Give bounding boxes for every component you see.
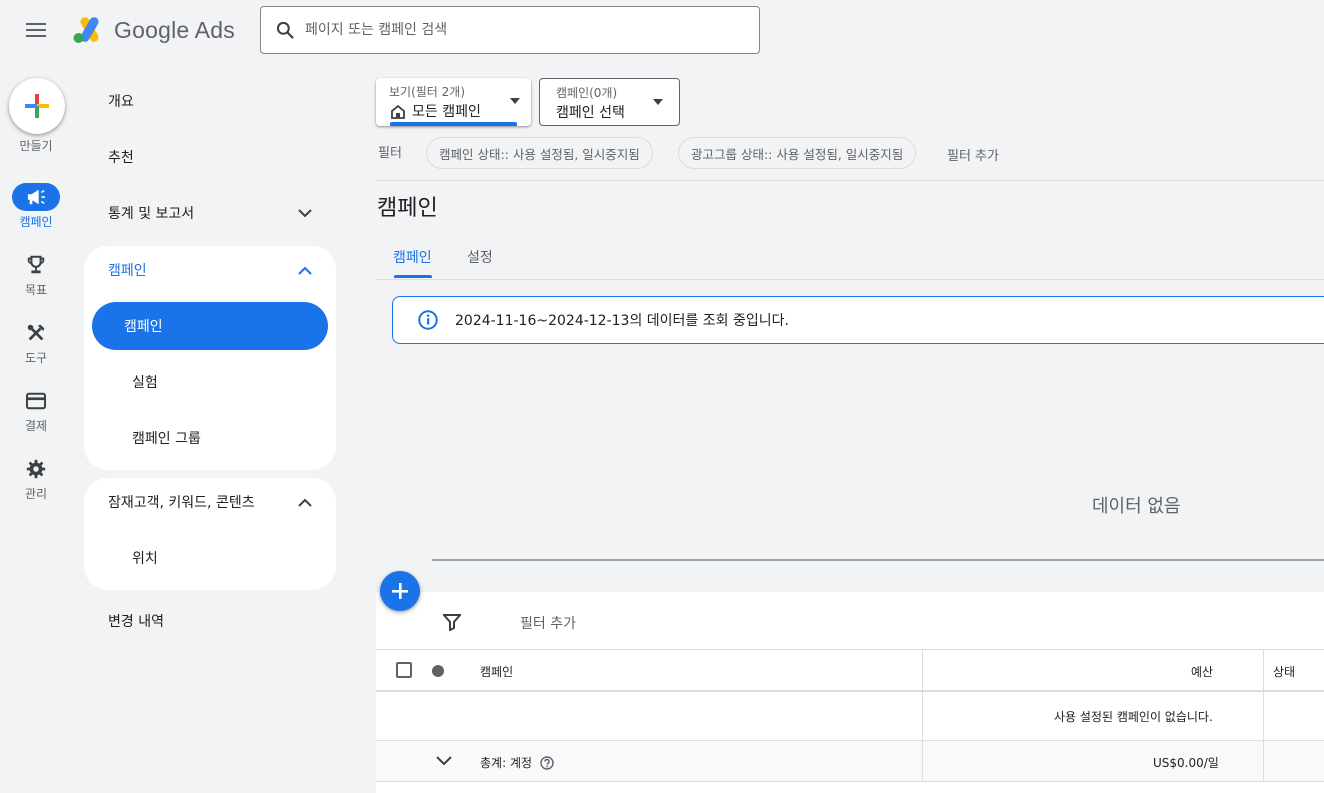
column-header-status[interactable]: 상태: [1273, 663, 1295, 680]
tab-active-indicator: [394, 275, 432, 278]
view-dropdown-underline: [390, 122, 517, 126]
plus-multicolor-icon: [25, 94, 49, 118]
rail-item-billing[interactable]: 결제: [0, 387, 72, 434]
rail-label: 도구: [24, 351, 48, 365]
chevron-down-icon: [298, 208, 312, 217]
column-divider: [1263, 650, 1264, 782]
sidenav-stats-label: 통계 및 보고서: [108, 206, 195, 222]
sidenav-recommendations[interactable]: 추천: [84, 133, 336, 181]
add-campaign-fab[interactable]: [380, 571, 420, 611]
dropdown-arrow-icon: [510, 98, 520, 104]
rail-label: 결제: [24, 419, 48, 433]
filter-chip-adgroup-status[interactable]: 광고그룹 상태:: 사용 설정됨, 일시중지됨: [678, 137, 917, 169]
info-banner-text: 2024-11-16~2024-12-13의 데이터를 조회 중입니다.: [455, 313, 789, 329]
hamburger-icon: [26, 23, 46, 25]
home-icon: [391, 104, 405, 119]
no-data-label: 데이터 없음: [1092, 496, 1181, 517]
view-dropdown[interactable]: 보기(필터 2개) 모든 캠페인: [376, 78, 531, 126]
total-row-text: 총계: 계정: [480, 756, 533, 770]
create-button[interactable]: [9, 78, 65, 134]
main-menu-button[interactable]: [16, 14, 56, 46]
trophy-icon: [27, 255, 45, 274]
gear-icon: [26, 459, 46, 479]
sidenav-overview[interactable]: 개요: [84, 77, 336, 125]
sidenav-audience-group-header[interactable]: 잠재고객, 키워드, 콘텐츠: [84, 478, 336, 526]
view-dropdown-caption: 보기(필터 2개): [389, 85, 466, 99]
sidenav-change-history[interactable]: 변경 내역: [84, 597, 336, 645]
sidenav-campaign-group: 캠페인 캠페인 실험 캠페인 그룹: [84, 246, 336, 470]
rail-item-goals[interactable]: 목표: [0, 251, 72, 298]
help-icon[interactable]: [540, 755, 554, 770]
table-empty-row: 사용 설정된 캠페인이 없습니다.: [376, 692, 1324, 741]
sidenav-audience-group: 잠재고객, 키워드, 콘텐츠 위치: [84, 478, 336, 590]
campaigns-table: 필터 추가 캠페인 예산 상태 사용 설정된 캠페인이 없습니다. 총계: 계정…: [376, 592, 1324, 793]
create-label: 만들기: [19, 139, 53, 153]
sidenav-item-locations[interactable]: 위치: [92, 534, 328, 582]
total-row-label: 총계: 계정: [480, 754, 554, 771]
info-icon: [418, 310, 438, 330]
plus-icon: [392, 583, 408, 599]
table-total-row: 총계: 계정 US$0.00/일: [376, 741, 1324, 782]
filter-funnel-icon[interactable]: [443, 613, 461, 631]
date-range-info-banner: 2024-11-16~2024-12-13의 데이터를 조회 중입니다.: [392, 296, 1324, 344]
chevron-up-icon: [298, 498, 312, 507]
total-budget-value: US$0.00/일: [1153, 756, 1219, 770]
add-filter-link[interactable]: 필터 추가: [947, 145, 999, 164]
filter-label: 필터: [378, 146, 402, 161]
table-header-row: 캠페인 예산 상태: [376, 650, 1324, 692]
google-ads-logo[interactable]: Google Ads: [72, 14, 235, 46]
rail-item-campaigns[interactable]: 캠페인: [0, 183, 72, 230]
empty-table-message: 사용 설정된 캠페인이 없습니다.: [1054, 710, 1213, 724]
rail-item-tools[interactable]: 도구: [0, 319, 72, 366]
tab-campaigns[interactable]: 캠페인: [393, 247, 432, 267]
campaign-selector-value: 캠페인 선택: [556, 105, 625, 121]
search-input[interactable]: [305, 22, 745, 38]
page-title: 캠페인: [377, 196, 438, 221]
megaphone-icon: [27, 189, 45, 205]
view-dropdown-value: 모든 캠페인: [412, 104, 481, 120]
column-header-budget[interactable]: 예산: [1191, 663, 1213, 680]
chevron-down-icon[interactable]: [436, 756, 452, 766]
tabs-divider: [376, 279, 1324, 280]
sidenav-group-title: 캠페인: [108, 263, 147, 279]
rail-item-admin[interactable]: 관리: [0, 455, 72, 502]
sidenav-item-campaign-groups[interactable]: 캠페인 그룹: [92, 414, 328, 462]
campaign-selector-caption: 캠페인(0개): [556, 86, 618, 100]
app-name: Google Ads: [114, 16, 235, 43]
table-filter-row: 필터 추가: [376, 592, 1324, 650]
column-header-campaign[interactable]: 캠페인: [480, 663, 513, 680]
filter-divider: [376, 180, 1324, 181]
campaign-selector-dropdown[interactable]: 캠페인(0개) 캠페인 선택: [539, 78, 680, 126]
rail-label: 캠페인: [19, 215, 53, 229]
credit-card-icon: [26, 392, 46, 410]
tools-icon: [27, 324, 45, 341]
sidenav-campaign-group-header[interactable]: 캠페인: [84, 246, 336, 294]
sidenav-stats-reports[interactable]: 통계 및 보고서: [84, 189, 336, 237]
sidenav-item-experiments[interactable]: 실험: [92, 358, 328, 406]
table-add-filter[interactable]: 필터 추가: [520, 613, 576, 633]
sidenav-group-title: 잠재고객, 키워드, 콘텐츠: [108, 495, 255, 511]
search-box[interactable]: [260, 6, 760, 54]
search-icon: [276, 21, 294, 39]
column-divider: [922, 650, 923, 782]
status-dot-column-icon: [432, 665, 444, 677]
filter-chip-campaign-status[interactable]: 캠페인 상태:: 사용 설정됨, 일시중지됨: [426, 137, 653, 169]
select-all-checkbox[interactable]: [396, 662, 412, 678]
tab-settings[interactable]: 설정: [467, 247, 493, 267]
google-ads-logo-icon: [73, 17, 99, 43]
sidenav-item-campaigns[interactable]: 캠페인: [92, 302, 328, 350]
rail-label: 관리: [24, 487, 48, 501]
dropdown-arrow-icon: [653, 99, 663, 105]
rail-label: 목표: [24, 283, 48, 297]
chart-baseline: [432, 559, 1324, 561]
chevron-up-icon: [298, 266, 312, 275]
